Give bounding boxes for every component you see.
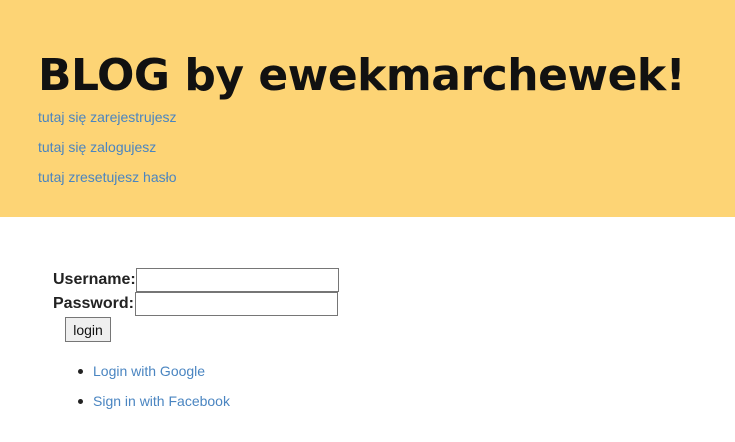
- site-title: BLOG by ewekmarchewek!: [38, 50, 686, 101]
- bullet-icon: [78, 399, 83, 404]
- username-input[interactable]: [135, 268, 339, 292]
- register-link[interactable]: tutaj się zarejestrujesz: [38, 109, 177, 125]
- username-label: Username:: [53, 271, 136, 288]
- password-row: Password:: [53, 292, 338, 316]
- reset-password-link[interactable]: tutaj zresetujesz hasło: [38, 169, 177, 185]
- login-button[interactable]: login: [65, 317, 111, 342]
- facebook-login-link[interactable]: Sign in with Facebook: [93, 393, 230, 410]
- password-input[interactable]: [134, 292, 338, 316]
- password-label: Password:: [53, 295, 134, 312]
- login-link[interactable]: tutaj się zalogujesz: [38, 139, 156, 155]
- username-row: Username:: [53, 268, 339, 292]
- google-login-link[interactable]: Login with Google: [93, 363, 205, 380]
- bullet-icon: [78, 369, 83, 374]
- header: BLOG by ewekmarchewek! tutaj się zarejes…: [0, 0, 735, 217]
